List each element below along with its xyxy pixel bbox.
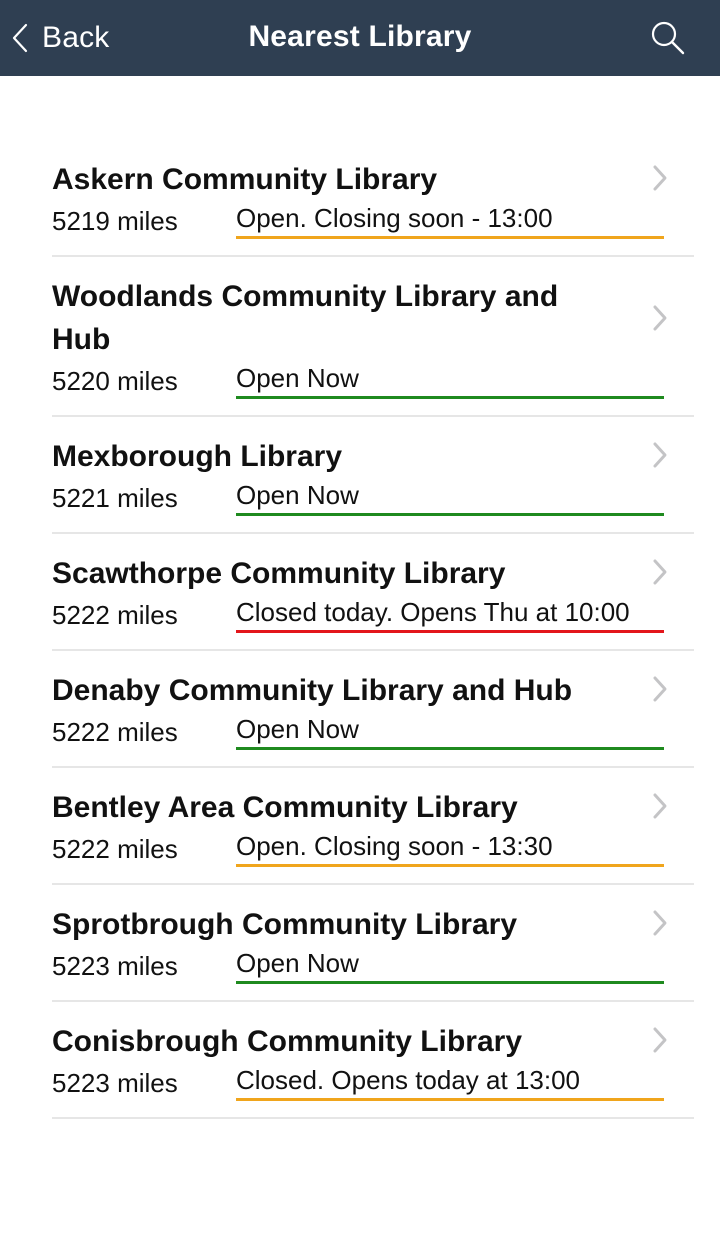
library-name: Conisbrough Community Library <box>52 1025 523 1058</box>
library-info-row: 5222 miles Open Now <box>52 712 694 750</box>
library-distance: 5220 miles <box>52 366 178 396</box>
library-info-row: 5222 miles Closed today. Opens Thu at 10:… <box>52 595 694 633</box>
library-name: Denaby Community Library and Hub <box>52 674 573 707</box>
library-status: Open Now <box>236 479 664 516</box>
library-list: Askern Community Library 5219 miles Open. … <box>52 140 694 1119</box>
library-list-item[interactable]: Sprotbrough Community Library 5223 miles O… <box>52 885 694 1002</box>
chevron-right-icon <box>653 559 667 585</box>
search-icon <box>651 21 685 55</box>
library-list-item[interactable]: Bentley Area Community Library 5222 miles… <box>52 768 694 885</box>
library-info-row: 5223 miles Closed. Opens today at 13:00 <box>52 1063 694 1101</box>
library-name: Sprotbrough Community Library <box>52 908 517 941</box>
library-status: Open Now <box>236 713 664 750</box>
library-status: Closed. Opens today at 13:00 <box>236 1064 664 1101</box>
library-status: Open Now <box>236 947 664 984</box>
chevron-right-icon <box>653 793 667 819</box>
library-list-item[interactable]: Scawthorpe Community Library 5222 miles Cl… <box>52 534 694 651</box>
chevron-right-icon <box>653 165 667 191</box>
navigation-bar: Back Nearest Library <box>0 0 720 76</box>
page-title: Nearest Library <box>248 20 472 53</box>
search-button[interactable] <box>650 20 686 56</box>
library-name: Scawthorpe Community Library <box>52 557 506 590</box>
library-distance: 5222 miles <box>52 600 178 630</box>
library-distance: 5219 miles <box>52 206 178 236</box>
library-distance: 5223 miles <box>52 951 178 981</box>
library-distance: 5222 miles <box>52 717 178 747</box>
library-info-row: 5219 miles Open. Closing soon - 13:00 <box>52 201 694 239</box>
library-name: Bentley Area Community Library <box>52 791 518 824</box>
library-name: Askern Community Library <box>52 163 438 196</box>
library-status: Open. Closing soon - 13:30 <box>236 830 664 867</box>
library-info-row: 5222 miles Open. Closing soon - 13:30 <box>52 829 694 867</box>
library-info-row: 5223 miles Open Now <box>52 946 694 984</box>
library-info-row: 5220 miles Open Now <box>52 361 694 399</box>
library-list-item[interactable]: Askern Community Library 5219 miles Open. … <box>52 140 694 257</box>
library-distance: 5223 miles <box>52 1068 178 1098</box>
library-status: Open Now <box>236 362 664 399</box>
library-distance: 5222 miles <box>52 834 178 864</box>
library-list-item[interactable]: Mexborough Library 5221 miles Open Now <box>52 417 694 534</box>
library-list-item[interactable]: Woodlands Community Library and Hub 5220 … <box>52 257 694 417</box>
library-name: Woodlands Community Library and Hub <box>52 280 559 356</box>
library-list-item[interactable]: Denaby Community Library and Hub 5222 mil… <box>52 651 694 768</box>
library-name: Mexborough Library <box>52 440 343 473</box>
library-distance: 5221 miles <box>52 483 178 513</box>
chevron-right-icon <box>653 1027 667 1053</box>
chevron-right-icon <box>653 305 667 331</box>
chevron-right-icon <box>653 442 667 468</box>
library-status: Open. Closing soon - 13:00 <box>236 202 664 239</box>
chevron-right-icon <box>653 676 667 702</box>
library-list-item[interactable]: Conisbrough Community Library 5223 miles C… <box>52 1002 694 1119</box>
chevron-right-icon <box>653 910 667 936</box>
library-info-row: 5221 miles Open Now <box>52 478 694 516</box>
library-status: Closed today. Opens Thu at 10:00 <box>236 596 664 633</box>
